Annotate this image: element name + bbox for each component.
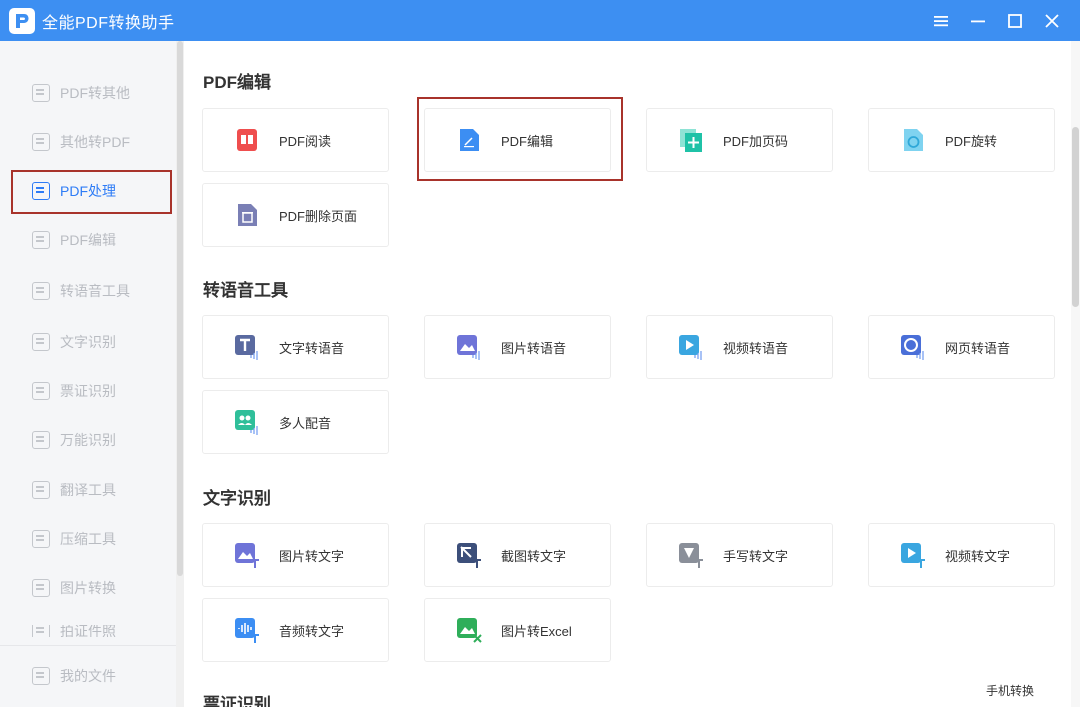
sidebar-item-label: PDF转其他: [60, 85, 130, 101]
image-to-speech-icon: [455, 333, 483, 361]
pdf-rotate-icon: [899, 126, 927, 154]
title-bar: 全能PDF转换助手: [0, 0, 1080, 41]
image-convert-icon: [32, 579, 50, 597]
section-title-pdf-edit: PDF编辑: [203, 73, 271, 92]
maximize-icon[interactable]: [996, 0, 1033, 41]
card-image-to-excel[interactable]: 图片转Excel: [424, 598, 611, 662]
pdf-delete-page-icon: [233, 201, 261, 229]
video-to-speech-icon: [677, 333, 705, 361]
card-label: 图片转语音: [501, 340, 567, 356]
image-to-excel-icon: [455, 616, 483, 644]
card-image-to-speech[interactable]: 图片转语音: [424, 315, 611, 379]
card-multi-voice[interactable]: 多人配音: [202, 390, 389, 454]
card-audio-to-text[interactable]: 音频转文字: [202, 598, 389, 662]
sidebar-item-label: PDF编辑: [60, 232, 116, 248]
card-pdf-rotate[interactable]: PDF旋转: [868, 108, 1055, 172]
card-pdf-page-number[interactable]: PDF加页码: [646, 108, 833, 172]
sidebar-item-image-convert[interactable]: 图片转换: [32, 576, 116, 600]
app-title: 全能PDF转换助手: [42, 14, 175, 32]
card-text-to-speech[interactable]: 文字转语音: [202, 315, 389, 379]
card-image-to-text[interactable]: 图片转文字: [202, 523, 389, 587]
card-label: PDF删除页面: [279, 208, 358, 224]
sidebar-item-label: 拍证件照: [60, 625, 116, 637]
card-pdf-read[interactable]: PDF阅读: [202, 108, 389, 172]
close-icon[interactable]: [1033, 0, 1070, 41]
card-label: 视频转语音: [723, 340, 789, 356]
app-logo-icon: [9, 7, 35, 34]
highlight-annotation-sidebar: [11, 170, 172, 214]
menu-icon[interactable]: [922, 0, 959, 41]
card-video-to-text[interactable]: 视频转文字: [868, 523, 1055, 587]
card-screenshot-to-text[interactable]: 截图转文字: [424, 523, 611, 587]
pdf-edit-nav-icon: [32, 231, 50, 249]
compress-icon: [32, 530, 50, 548]
sidebar-item-label: 我的文件: [60, 668, 116, 684]
sidebar-item-label: 翻译工具: [60, 482, 116, 498]
pdf-page-number-icon: [677, 126, 705, 154]
pdf-to-other-icon: [32, 84, 50, 102]
card-label: 网页转语音: [945, 340, 1011, 356]
card-video-to-speech[interactable]: 视频转语音: [646, 315, 833, 379]
card-label: PDF阅读: [279, 133, 332, 149]
speech-tools-icon: [32, 282, 50, 300]
sidebar-item-label: 其他转PDF: [60, 134, 130, 150]
text-to-speech-icon: [233, 333, 261, 361]
other-to-pdf-icon: [32, 133, 50, 151]
card-label: 视频转文字: [945, 548, 1011, 564]
sidebar-item-translate-tools[interactable]: 翻译工具: [32, 478, 116, 502]
sidebar-item-my-files[interactable]: 我的文件: [32, 664, 116, 688]
sidebar-item-label: 文字识别: [60, 334, 116, 350]
card-pdf-delete-page[interactable]: PDF删除页面: [202, 183, 389, 247]
card-handwriting-to-text[interactable]: 手写转文字: [646, 523, 833, 587]
minimize-icon[interactable]: [959, 0, 996, 41]
image-to-text-icon: [233, 541, 261, 569]
main-scrollbar[interactable]: [1071, 41, 1080, 707]
card-label: 文字转语音: [279, 340, 345, 356]
sidebar-item-universal-recognition[interactable]: 万能识别: [32, 428, 116, 452]
section-title-text-recognition: 文字识别: [203, 489, 271, 508]
card-label: PDF旋转: [945, 133, 998, 149]
card-label: 截图转文字: [501, 548, 567, 564]
sidebar-item-id-photo[interactable]: 拍证件照: [32, 625, 116, 637]
translate-icon: [32, 481, 50, 499]
pdf-read-icon: [233, 126, 261, 154]
ticket-recognition-icon: [32, 382, 50, 400]
sidebar-item-pdf-to-other[interactable]: PDF转其他: [32, 81, 130, 105]
sidebar-scrollbar[interactable]: [176, 41, 184, 707]
universal-recognition-icon: [32, 431, 50, 449]
id-photo-icon: [32, 625, 50, 637]
sidebar-scrollbar-thumb[interactable]: [177, 41, 183, 576]
section-title-ticket-recognition: 票证识别: [203, 695, 271, 707]
section-title-speech-tools: 转语音工具: [203, 281, 288, 300]
main-scrollbar-thumb[interactable]: [1072, 127, 1079, 307]
sidebar-item-speech-tools[interactable]: 转语音工具: [32, 279, 130, 303]
screenshot-to-text-icon: [455, 541, 483, 569]
sidebar-divider: [0, 645, 176, 646]
audio-to-text-icon: [233, 616, 261, 644]
sidebar-item-pdf-edit[interactable]: PDF编辑: [32, 228, 116, 252]
web-to-speech-icon: [899, 333, 927, 361]
sidebar-item-label: 转语音工具: [60, 283, 130, 299]
card-web-to-speech[interactable]: 网页转语音: [868, 315, 1055, 379]
sidebar-item-label: 图片转换: [60, 580, 116, 596]
multi-voice-icon: [233, 408, 261, 436]
card-label: 图片转Excel: [501, 623, 572, 639]
highlight-annotation-pdf-edit: [417, 97, 623, 181]
card-label: 多人配音: [279, 415, 332, 431]
sidebar-item-text-recognition[interactable]: 文字识别: [32, 330, 116, 354]
handwriting-to-text-icon: [677, 541, 705, 569]
text-recognition-icon: [32, 333, 50, 351]
card-label: 手写转文字: [723, 548, 789, 564]
card-label: 图片转文字: [279, 548, 345, 564]
card-label: 音频转文字: [279, 623, 345, 639]
sidebar-item-label: 万能识别: [60, 432, 116, 448]
my-files-icon: [32, 667, 50, 685]
video-to-text-icon: [899, 541, 927, 569]
sidebar-item-label: 压缩工具: [60, 531, 116, 547]
sidebar-item-label: 票证识别: [60, 383, 116, 399]
sidebar-item-other-to-pdf[interactable]: 其他转PDF: [32, 130, 130, 154]
sidebar-item-compress-tools[interactable]: 压缩工具: [32, 527, 116, 551]
sidebar-item-ticket-recognition[interactable]: 票证识别: [32, 379, 116, 403]
card-label: PDF加页码: [723, 133, 789, 149]
